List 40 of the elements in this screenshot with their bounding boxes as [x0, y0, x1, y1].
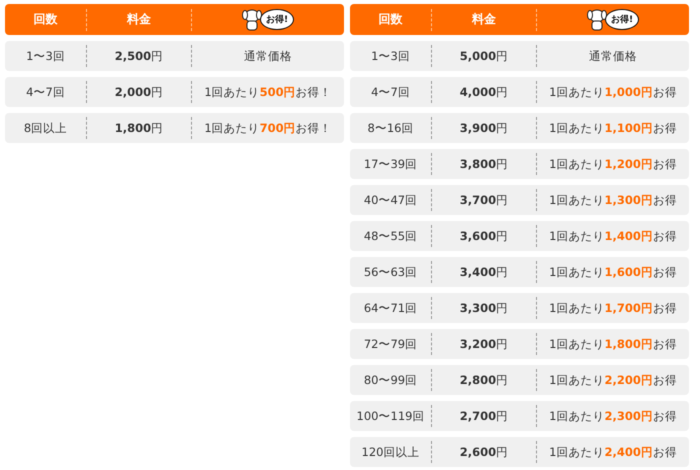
table-cell: 1,800円: [86, 117, 191, 139]
dog-icon: [586, 8, 607, 32]
table-cell-text: 64〜71回: [362, 300, 418, 316]
table-cell: 通常価格: [536, 45, 689, 67]
dog-icon: [242, 8, 262, 32]
speech-bubble: お得!: [260, 9, 294, 30]
table-cell-text: 48〜55回: [362, 228, 418, 244]
table-cell-text: 1〜3回: [370, 48, 411, 64]
table-cell-text: 1〜3回: [25, 48, 66, 64]
column-header: 料金: [431, 8, 536, 30]
table-cell-text: 40〜47回: [362, 192, 418, 208]
table-cell: 3,600円: [431, 225, 536, 247]
table-cell: 3,900円: [431, 117, 536, 139]
table-cell-text: 56〜63回: [362, 264, 418, 280]
table-cell-text: 8〜16回: [366, 120, 414, 136]
table-cell: 2,700円: [431, 405, 536, 427]
table-cell: 通常価格: [191, 45, 344, 67]
table-cell-text: 17〜39回: [362, 156, 418, 172]
table-cell: 3,400円: [431, 261, 536, 283]
table-cell: 2,000円: [86, 81, 191, 103]
table-cell-text: 100〜119回: [356, 408, 426, 424]
table-cell: 2,600円: [431, 441, 536, 463]
column-header: 料金: [86, 8, 191, 30]
table-cell-text: 120回以上: [360, 444, 420, 460]
table-cell-text: 4〜7回: [370, 84, 411, 100]
column-header: 回数: [32, 11, 58, 28]
table-cell-text: 72〜79回: [362, 336, 418, 352]
table-cell: 2,500円: [86, 45, 191, 67]
table-cell-text: 8回以上: [22, 120, 68, 136]
table-cell: 3,700円: [431, 189, 536, 211]
table-cell: 5,000円: [431, 45, 536, 67]
speech-bubble: お得!: [604, 9, 640, 30]
table-cell: 3,300円: [431, 297, 536, 319]
table-cell: 2,800円: [431, 369, 536, 391]
table-cell: 4,000円: [431, 81, 536, 103]
table-cell-text: 80〜99回: [362, 372, 418, 388]
table-cell-text: 4〜7回: [25, 84, 66, 100]
column-header: 回数: [378, 11, 404, 28]
table-cell: 3,800円: [431, 153, 536, 175]
table-cell: 3,200円: [431, 333, 536, 355]
